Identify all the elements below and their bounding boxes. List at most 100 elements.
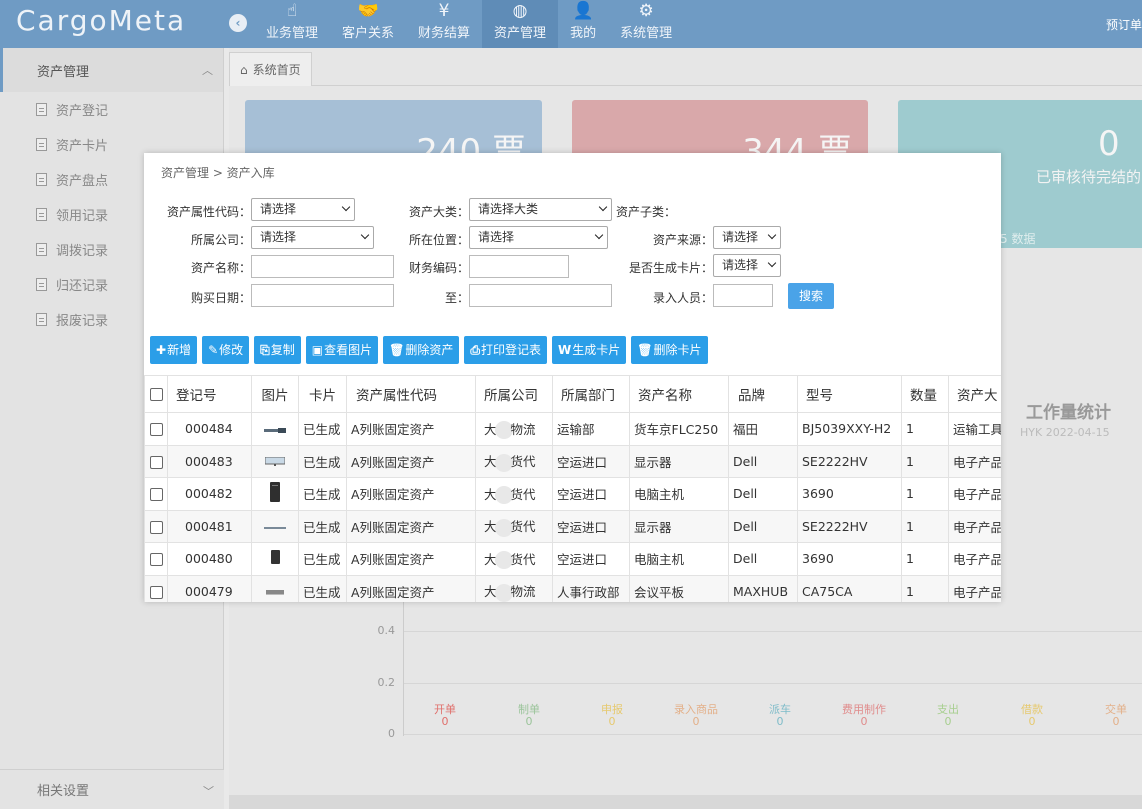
row-checkbox-cell[interactable] xyxy=(144,444,168,478)
col-category[interactable]: 资产大 xyxy=(948,375,1001,413)
cell-image[interactable] xyxy=(251,542,299,576)
checkbox[interactable] xyxy=(149,553,163,567)
checkbox[interactable] xyxy=(149,455,163,469)
cell-register-no: 000481 xyxy=(167,509,252,543)
gear-icon: ⚙ xyxy=(638,1,654,21)
chevron-left-icon[interactable]: ‹ xyxy=(229,14,247,32)
asset-thumbnail[interactable] xyxy=(270,482,280,505)
table-row[interactable]: 000481 已生成 A列账固定资产大货代 空运进口 显示器 Dell SE2222HV 1 电… xyxy=(144,509,1001,543)
delete-asset-button[interactable]: 🗑删除资产 xyxy=(383,336,460,364)
table-row[interactable]: 000483 已生成 A列账固定资产大货代 空运进口 显示器 Dell SE2222HV 1 电… xyxy=(144,444,1001,478)
table-header-row: 登记号 图片 卡片 资产属性代码 所属公司 所属部门 资产名称 品牌 型号 数量… xyxy=(144,375,1001,413)
chart-category: 录入商品 0 xyxy=(666,704,726,728)
document-icon xyxy=(36,138,47,151)
col-brand[interactable]: 品牌 xyxy=(728,375,798,413)
edit-button[interactable]: ✎修改 xyxy=(202,336,250,364)
company-select[interactable]: 请选择 xyxy=(251,226,374,249)
nav-business[interactable]: ☝ 业务管理 xyxy=(254,0,330,48)
category-value: 0 xyxy=(525,715,533,728)
asset-thumbnail[interactable] xyxy=(264,422,286,437)
location-select[interactable]: 请选择 xyxy=(469,226,608,249)
select-value: 请选择 xyxy=(260,230,297,244)
add-button[interactable]: ✚新增 xyxy=(150,336,198,364)
category-select[interactable]: 请选择大类 xyxy=(469,198,612,221)
col-quantity[interactable]: 数量 xyxy=(901,375,949,413)
cell-image[interactable] xyxy=(251,574,299,602)
row-checkbox-cell[interactable] xyxy=(144,542,168,576)
cell-model: SE2222HV xyxy=(797,444,902,478)
row-checkbox-cell[interactable] xyxy=(144,477,168,511)
cell-quantity: 1 xyxy=(901,444,949,478)
asset-name-input[interactable] xyxy=(251,255,394,278)
asset-thumbnail[interactable] xyxy=(264,454,286,469)
row-checkbox-cell[interactable] xyxy=(144,412,168,446)
col-model[interactable]: 型号 xyxy=(797,375,902,413)
sidebar-item-asset-register[interactable]: 资产登记 xyxy=(0,92,223,127)
col-image[interactable]: 图片 xyxy=(251,375,299,413)
asset-thumbnail[interactable] xyxy=(270,550,280,567)
cell-image[interactable] xyxy=(251,509,299,543)
attr-code-select[interactable]: 请选择 xyxy=(251,198,355,221)
checkbox[interactable] xyxy=(149,488,163,502)
checkbox[interactable] xyxy=(149,423,163,437)
print-icon: ⎙ xyxy=(470,343,480,357)
cell-model: 3690 xyxy=(797,542,902,576)
table-row[interactable]: 000484 已生成 A列账固定资产大物流 运输部 货车京FLC250 福田 BJ5039X… xyxy=(144,412,1001,446)
card-gen-select[interactable]: 请选择 xyxy=(713,254,781,277)
tab-home[interactable]: ⌂ 系统首页 xyxy=(229,52,312,86)
row-checkbox-cell[interactable] xyxy=(144,509,168,543)
checkbox[interactable] xyxy=(149,585,163,599)
sidebar-item-label: 资产登记 xyxy=(56,104,109,119)
checkbox[interactable] xyxy=(149,387,163,401)
nav-assets[interactable]: ◍ 资产管理 xyxy=(482,0,559,48)
cell-image[interactable] xyxy=(251,477,299,511)
entry-user-input[interactable] xyxy=(713,284,773,307)
nav-customer[interactable]: 🤝 客户关系 xyxy=(330,0,406,48)
col-attr-code[interactable]: 资产属性代码 xyxy=(346,375,476,413)
cell-image[interactable] xyxy=(251,444,299,478)
table-row[interactable]: 000480 已生成 A列账固定资产大货代 空运进口 电脑主机 Dell 3690 1 电子产品 xyxy=(144,542,1001,576)
company-suffix: 货代 xyxy=(510,454,536,469)
select-all-checkbox[interactable] xyxy=(144,375,168,413)
category-value: 0 xyxy=(944,715,952,728)
asset-thumbnail[interactable] xyxy=(264,519,286,534)
print-register-button[interactable]: ⎙打印登记表 xyxy=(464,336,548,364)
buy-date-to-input[interactable] xyxy=(469,284,612,307)
col-asset-name[interactable]: 资产名称 xyxy=(629,375,729,413)
app-logo: CargoMeta xyxy=(16,4,187,37)
cell-asset-name: 电脑主机 xyxy=(629,542,729,576)
checkbox[interactable] xyxy=(149,520,163,534)
buy-date-from-input[interactable] xyxy=(251,284,394,307)
cell-register-no: 000482 xyxy=(167,477,252,511)
col-card[interactable]: 卡片 xyxy=(298,375,347,413)
select-value: 请选择 xyxy=(260,202,297,216)
row-checkbox-cell[interactable] xyxy=(144,574,168,602)
table-row[interactable]: 000482 已生成 A列账固定资产大货代 空运进口 电脑主机 Dell 3690 1 电子产品 xyxy=(144,477,1001,511)
cell-attr-code: A列账固定资产 xyxy=(346,574,476,602)
delete-card-button[interactable]: 🗑删除卡片 xyxy=(631,336,708,364)
source-select[interactable]: 请选择 xyxy=(713,226,781,249)
nav-system[interactable]: ⚙ 系统管理 xyxy=(608,0,684,48)
search-button[interactable]: 搜索 xyxy=(788,283,834,309)
col-register-no[interactable]: 登记号 xyxy=(167,375,252,413)
y-tick-label: 0.4 xyxy=(377,624,396,637)
col-company[interactable]: 所属公司 xyxy=(475,375,553,413)
select-value: 请选择大类 xyxy=(478,202,539,216)
table-row[interactable]: 000479 已生成 A列账固定资产大物流 人事行政部 会议平板 MAXHUB CA75CA… xyxy=(144,574,1001,602)
subcategory-label: 资产子类： xyxy=(616,205,677,219)
horizontal-scrollbar[interactable] xyxy=(229,795,1142,809)
generate-card-button[interactable]: W生成卡片 xyxy=(552,336,627,364)
col-department[interactable]: 所属部门 xyxy=(552,375,630,413)
nav-mine[interactable]: 👤 我的 xyxy=(558,0,608,48)
chart-category: 费用制作 0 xyxy=(834,704,894,728)
cell-category: 电子产品 xyxy=(948,444,1001,478)
cell-image[interactable] xyxy=(251,412,299,446)
sidebar-footer-settings[interactable]: 相关设置 ﹀ xyxy=(0,769,224,809)
copy-button[interactable]: ⎘复制 xyxy=(254,336,301,364)
top-right-link[interactable]: 预订单 xyxy=(1106,16,1142,33)
fin-code-input[interactable] xyxy=(469,255,569,278)
sidebar-section-header[interactable]: 资产管理 ︿ xyxy=(0,48,223,92)
nav-finance[interactable]: ¥ 财务结算 xyxy=(406,0,482,48)
asset-thumbnail[interactable] xyxy=(266,584,284,599)
view-image-button[interactable]: ▣查看图片 xyxy=(305,336,379,364)
